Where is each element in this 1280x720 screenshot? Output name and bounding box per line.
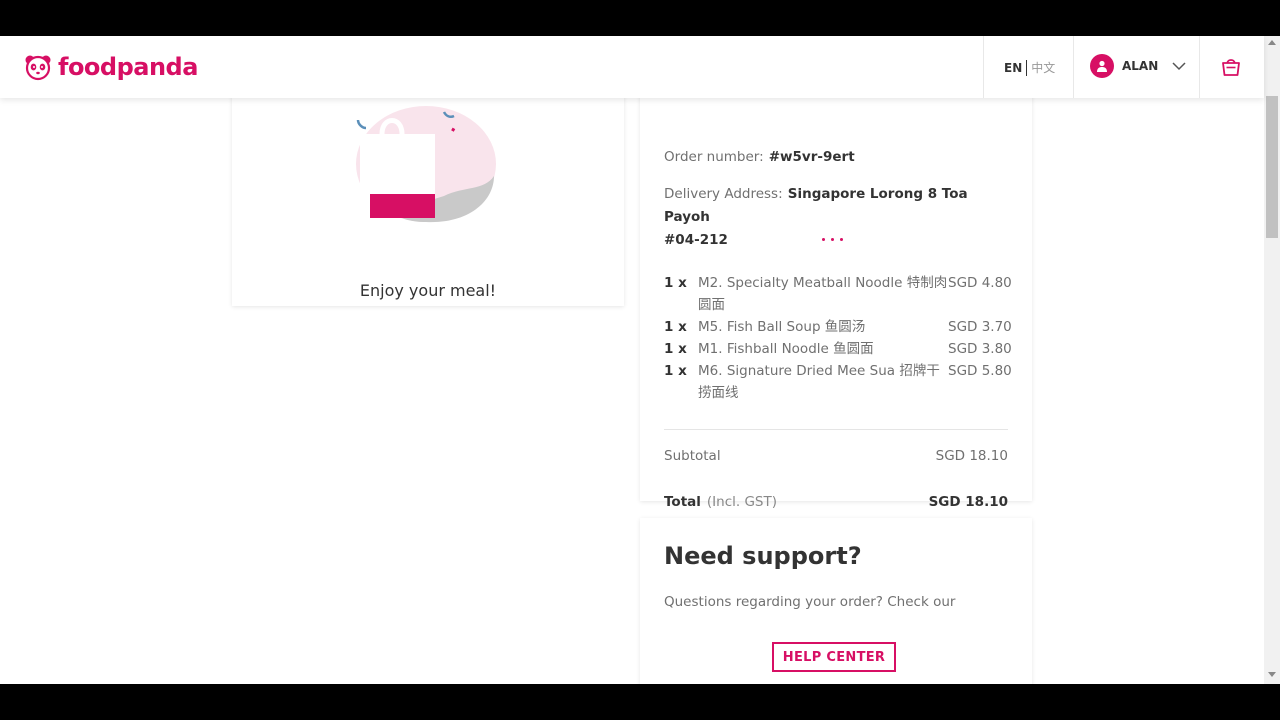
- support-card: Need support? Questions regarding your o…: [640, 518, 1032, 684]
- language-zh[interactable]: 中文: [1031, 59, 1055, 76]
- subtotal-amount: SGD 18.10: [935, 448, 1008, 464]
- item-name: M5. Fish Ball Soup 鱼圆汤: [698, 319, 866, 335]
- support-title: Need support?: [664, 542, 862, 570]
- more-details-dots-icon[interactable]: [822, 238, 849, 241]
- scrollbar-thumb[interactable]: [1266, 96, 1278, 238]
- order-number-row: Order number: #w5vr-9ert: [664, 146, 855, 165]
- top-navigation-bar: foodpanda EN 中文 ALAN: [0, 36, 1264, 98]
- header-divider: [1073, 36, 1074, 98]
- language-divider: [1026, 59, 1028, 76]
- item-price: SGD 3.80: [948, 341, 1012, 357]
- language-switcher[interactable]: EN 中文: [1004, 59, 1055, 76]
- order-item: 1 x M5. Fish Ball Soup 鱼圆汤 SGD 3.70: [664, 316, 1012, 338]
- item-name: M6. Signature Dried Mee Sua 招牌干 捞面线: [698, 363, 940, 401]
- total-label: Total: [664, 494, 701, 510]
- item-quantity: 1 x: [664, 363, 687, 379]
- scrollbar[interactable]: [1264, 36, 1280, 684]
- user-avatar-icon: [1090, 54, 1114, 78]
- subtotal-row: Subtotal SGD 18.10: [664, 448, 1008, 464]
- total-gst-note: (Incl. GST): [706, 494, 777, 510]
- foodpanda-logo[interactable]: foodpanda: [24, 53, 198, 81]
- item-name: M2. Specialty Meatball Noodle 特制肉 圆面: [698, 275, 948, 313]
- item-name: M1. Fishball Noodle 鱼圆面: [698, 341, 874, 357]
- total-amount: SGD 18.10: [928, 494, 1008, 510]
- order-number-value: #w5vr-9ert: [768, 149, 855, 165]
- scroll-up-arrow-icon[interactable]: [1268, 40, 1276, 45]
- order-items-list: 1 x M2. Specialty Meatball Noodle 特制肉 圆面 …: [664, 272, 1012, 404]
- order-item: 1 x M2. Specialty Meatball Noodle 特制肉 圆面 …: [664, 272, 1012, 316]
- brand-name: foodpanda: [58, 53, 198, 81]
- item-price: SGD 3.70: [948, 319, 1012, 335]
- cart-button[interactable]: [1220, 56, 1242, 82]
- total-row: Total (Incl. GST) SGD 18.10: [664, 494, 1008, 510]
- item-quantity: 1 x: [664, 275, 687, 291]
- delivery-bag-illustration: [356, 106, 496, 223]
- delivery-address-line2: #04-212: [664, 232, 728, 248]
- confirmation-card: Enjoy your meal!: [232, 66, 624, 306]
- item-quantity: 1 x: [664, 341, 687, 357]
- user-menu[interactable]: ALAN: [1090, 54, 1186, 78]
- enjoy-meal-message: Enjoy your meal!: [359, 281, 497, 300]
- subtotal-label: Subtotal: [664, 448, 721, 464]
- order-summary-card: Order number: #w5vr-9ert Delivery Addres…: [640, 66, 1032, 510]
- order-item: 1 x M6. Signature Dried Mee Sua 招牌干 捞面线 S…: [664, 360, 1012, 404]
- language-en[interactable]: EN: [1004, 61, 1022, 75]
- panda-icon: [25, 55, 51, 81]
- help-center-button[interactable]: HELP CENTER: [772, 642, 896, 672]
- shopping-bag-icon: [1222, 59, 1240, 76]
- item-quantity: 1 x: [664, 319, 687, 335]
- support-text: Questions regarding your order? Check ou…: [664, 594, 956, 610]
- scroll-down-arrow-icon[interactable]: [1268, 672, 1276, 677]
- order-item: 1 x M1. Fishball Noodle 鱼圆面 SGD 3.80: [664, 338, 1012, 360]
- header-divider: [983, 36, 984, 98]
- user-name: ALAN: [1122, 59, 1159, 73]
- delivery-address-label: Delivery Address:: [664, 186, 783, 202]
- chevron-down-icon[interactable]: [1172, 61, 1186, 71]
- summary-divider: [664, 429, 1008, 430]
- order-number-label: Order number:: [664, 149, 764, 165]
- header-divider: [1199, 36, 1200, 98]
- browser-viewport: foodpanda EN 中文 ALAN Enjoy your meal! Or…: [0, 36, 1280, 684]
- item-price: SGD 4.80: [948, 275, 1012, 291]
- item-price: SGD 5.80: [948, 363, 1012, 379]
